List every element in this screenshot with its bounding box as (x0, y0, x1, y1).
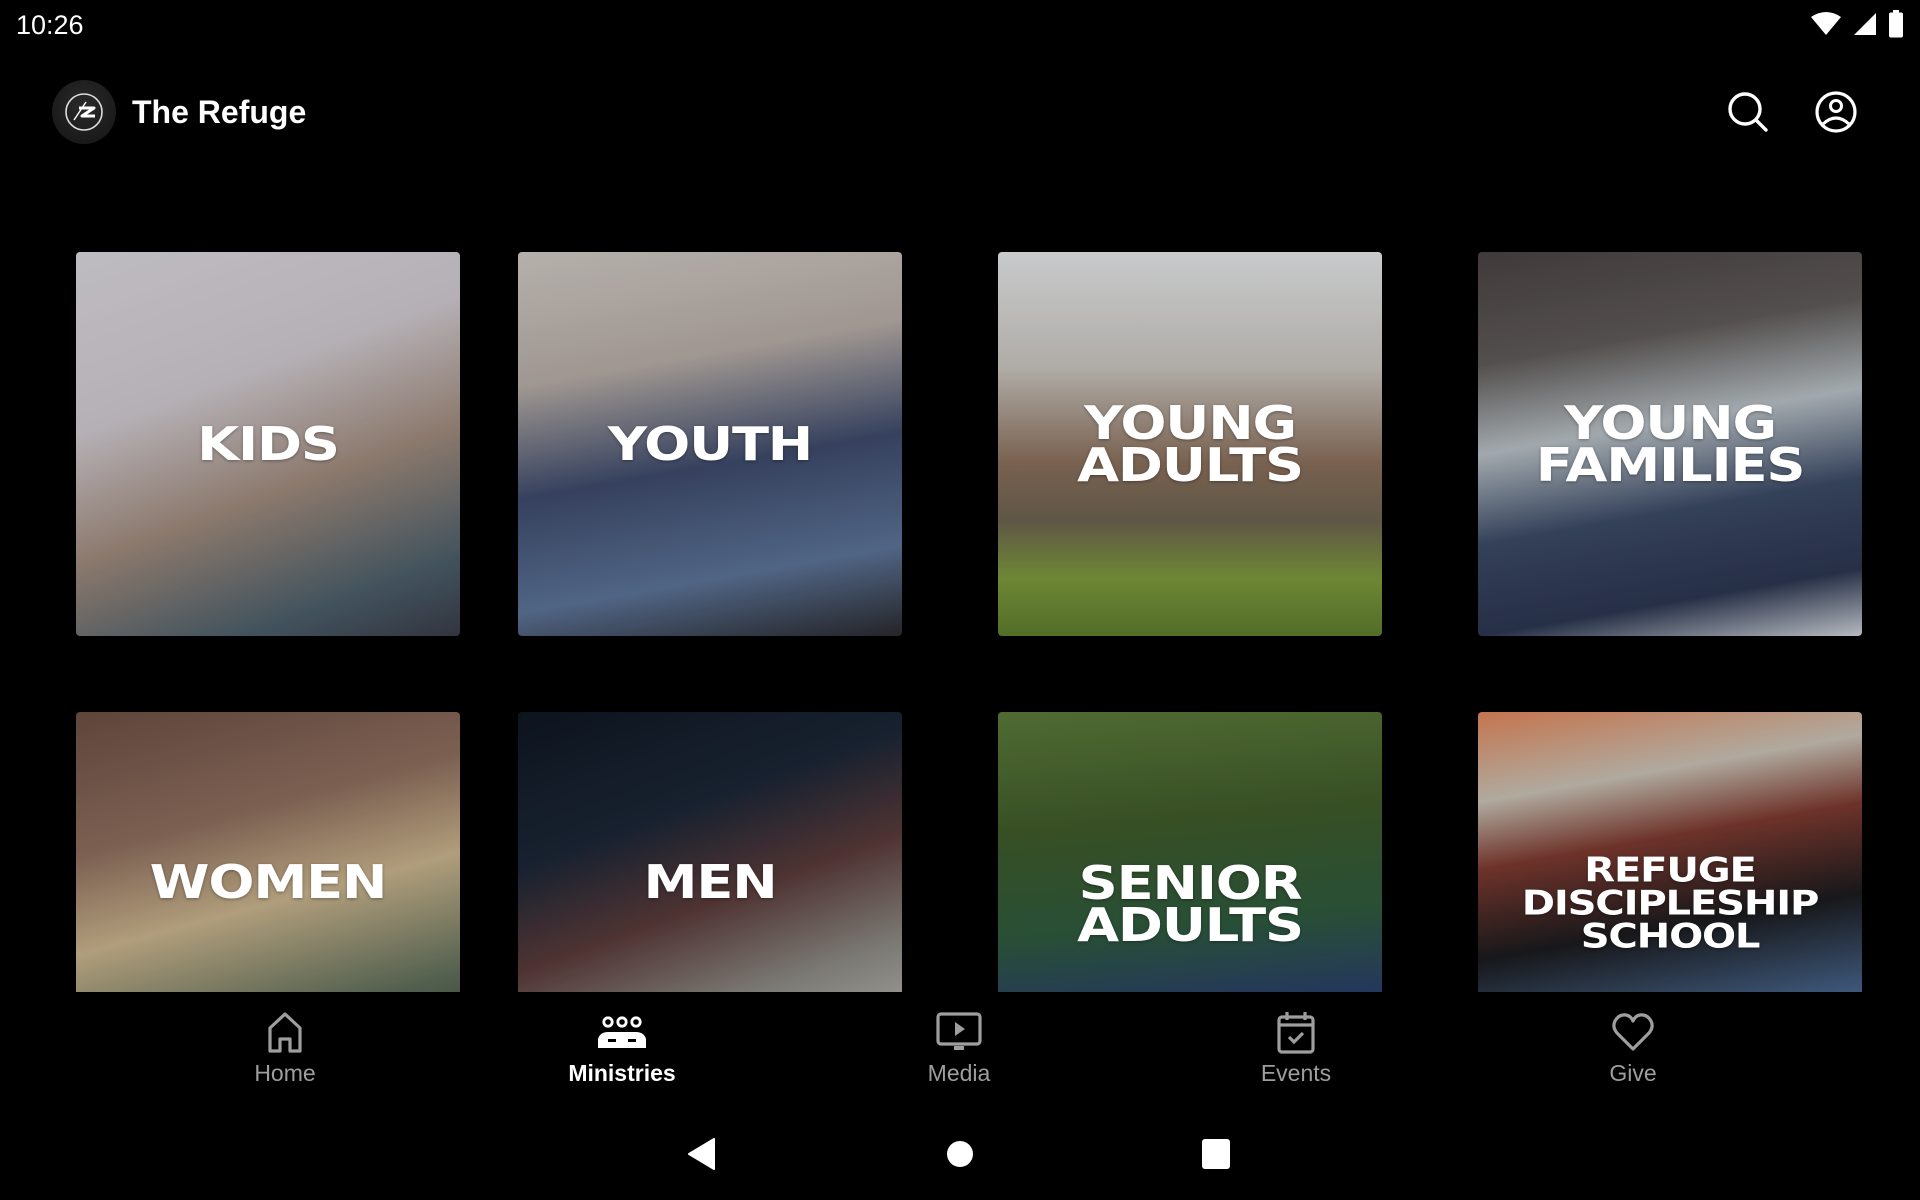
wifi-icon (1810, 11, 1842, 42)
ministry-tile-refuge-discipleship-school[interactable]: REFUGE DISCIPLESHIP SCHOOL (1478, 712, 1862, 992)
battery-icon (1888, 10, 1904, 43)
bottom-navigation: Home Ministries Media Events Give (0, 992, 1920, 1102)
ministry-label: WOMEN (149, 855, 388, 909)
refuge-logo-icon (52, 80, 116, 144)
nav-label: Give (1609, 1060, 1657, 1086)
account-circle-icon (1814, 90, 1858, 139)
home-circle-icon (945, 1139, 975, 1174)
system-home-button[interactable] (940, 1136, 980, 1176)
ministry-label: REFUGE DISCIPLESHIP SCHOOL (1521, 850, 1820, 957)
ministry-tile-men[interactable]: MEN (518, 712, 902, 992)
heart-icon (1611, 1010, 1655, 1054)
nav-item-media[interactable]: Media (859, 992, 1059, 1102)
nav-item-give[interactable]: Give (1533, 992, 1733, 1102)
back-icon (687, 1137, 717, 1176)
status-time: 10:26 (16, 10, 84, 40)
nav-item-ministries[interactable]: Ministries (522, 992, 722, 1102)
nav-label: Home (254, 1060, 316, 1086)
ministry-label: YOUTH (607, 417, 813, 471)
account-button[interactable] (1812, 90, 1860, 138)
ministry-tile-young-families[interactable]: YOUNG FAMILIES (1478, 252, 1862, 636)
nav-label: Events (1260, 1060, 1332, 1086)
search-button[interactable] (1724, 90, 1772, 138)
ministry-label: SENIOR ADULTS (1077, 856, 1304, 952)
ministry-label: YOUNG FAMILIES (1535, 396, 1806, 492)
ministry-tile-kids[interactable]: KIDS (76, 252, 460, 636)
recents-icon (1201, 1138, 1231, 1175)
cellular-signal-icon (1852, 11, 1878, 42)
nav-item-home[interactable]: Home (185, 992, 385, 1102)
ministry-tile-senior-adults[interactable]: SENIOR ADULTS (998, 712, 1382, 992)
nav-item-events[interactable]: Events (1196, 992, 1396, 1102)
calendar-check-icon (1276, 1010, 1316, 1054)
nav-label: Ministries (568, 1060, 676, 1086)
system-navigation-bar (0, 1110, 1920, 1200)
status-bar: 10:26 (0, 0, 1920, 50)
ministry-tile-youth[interactable]: YOUTH (518, 252, 902, 636)
ministry-label: KIDS (197, 417, 340, 471)
ministry-tile-women[interactable]: WOMEN (76, 712, 460, 992)
media-play-icon (936, 1010, 982, 1054)
app-bar: The Refuge (0, 70, 1920, 154)
ministry-label: MEN (643, 855, 777, 909)
system-back-button[interactable] (682, 1136, 722, 1176)
search-icon (1726, 90, 1770, 139)
app-title: The Refuge (132, 94, 307, 130)
ministry-label: YOUNG ADULTS (1077, 396, 1304, 492)
home-icon (265, 1010, 305, 1054)
system-recents-button[interactable] (1196, 1136, 1236, 1176)
ministry-tile-young-adults[interactable]: YOUNG ADULTS (998, 252, 1382, 636)
nav-label: Media (927, 1060, 991, 1086)
status-icons (1810, 10, 1904, 43)
groups-icon (596, 1010, 648, 1054)
ministries-grid: KIDS YOUTH YOUNG ADULTS YOUNG FAMILIES W… (0, 252, 1920, 992)
